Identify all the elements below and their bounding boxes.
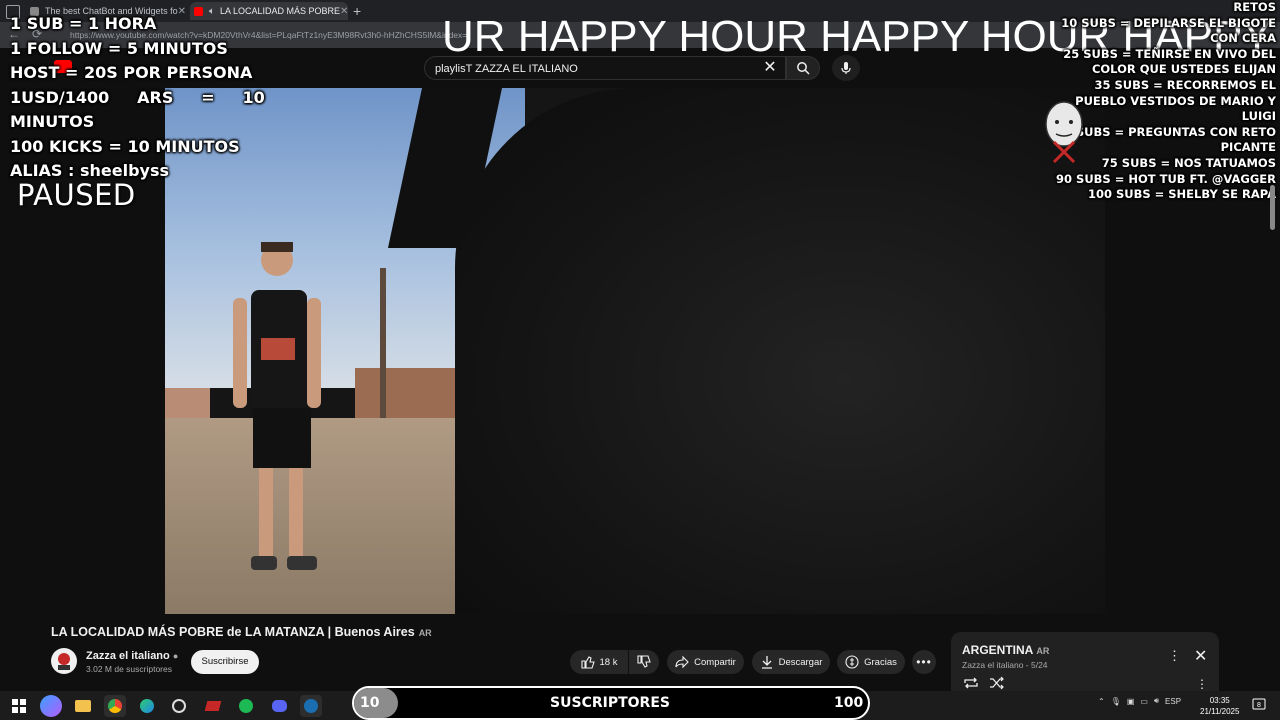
verified-icon: ● [172, 651, 179, 661]
retos-line: PICANTE [1220, 140, 1276, 155]
retos-heading: RETOS [1233, 0, 1276, 14]
loop-icon[interactable] [963, 676, 979, 690]
video-frame-foreground-body [455, 88, 1105, 614]
new-tab-icon[interactable]: + [353, 3, 361, 19]
volume-icon[interactable]: 🔊︎ [1154, 696, 1159, 706]
channel-subscriber-count: 3.02 M de suscriptores [86, 664, 172, 674]
streamer-avatar-sticker [1045, 101, 1083, 164]
taskbar-clock[interactable]: 03:35 21/11/2025 [1200, 695, 1239, 717]
notification-count: 8 [1257, 702, 1261, 709]
chevron-up-icon[interactable]: ⌃ [1098, 697, 1105, 706]
microphone-icon [841, 62, 851, 74]
overlay-line: 1USD/1400 ARS = 10 [10, 87, 265, 107]
system-tray: ⌃ 🎙︎ ▣ ▭ 🔊︎ ESP [1098, 696, 1181, 706]
obs-icon[interactable] [168, 695, 190, 717]
retos-line: 10 SUBS = DEPILARSE EL BIGOTE [1061, 15, 1276, 30]
tray-app-icon[interactable]: ▣ [1127, 697, 1135, 706]
copilot-icon[interactable] [40, 695, 62, 717]
share-button[interactable]: Compartir [667, 650, 744, 674]
retos-line: PUEBLO VESTIDOS DE MARIO Y [1075, 93, 1276, 108]
clock-time: 03:35 [1209, 696, 1230, 705]
retos-line: CON CERA [1210, 31, 1276, 46]
overlay-line: 1 FOLLOW = 5 MINUTOS [10, 38, 228, 58]
playlist-menu-icon[interactable]: ⋮ [1168, 648, 1181, 664]
subscribe-button[interactable]: Suscribirse [191, 650, 259, 674]
windows-start-icon[interactable] [8, 695, 30, 717]
playlist-meta: Zazza el italiano - 5/24 [962, 660, 1048, 670]
playlist-more-icon[interactable]: ⋮ [1196, 677, 1208, 691]
thumbs-up-icon [580, 656, 595, 669]
more-actions-button[interactable]: ••• [912, 650, 936, 674]
channel-avatar[interactable] [51, 648, 77, 674]
like-button[interactable]: 18 k [570, 650, 628, 674]
chrome-icon[interactable] [104, 695, 126, 717]
subscriber-goal-target: 100 [834, 695, 864, 711]
channel-avatar-icon [52, 649, 76, 673]
subscriber-goal-label: SUSCRIPTORES [550, 695, 670, 711]
overlay-line: 1 SUB = 1 HORA [10, 14, 157, 33]
country-badge: AR [418, 628, 432, 638]
clock-date: 21/11/2025 [1200, 707, 1240, 716]
app-icon-red[interactable] [202, 695, 224, 717]
subscriber-goal-current: 10 [360, 695, 380, 711]
retos-overlay: RETOS 10 SUBS = DEPILARSE EL BIGOTE CON … [1056, 0, 1276, 203]
retos-line: 75 SUBS = NOS TATUAMOS [1101, 155, 1276, 170]
overlay-line: HOST = 20S POR PERSONA [10, 63, 253, 82]
retos-line: 90 SUBS = HOT TUB FT. @VAGGER [1056, 171, 1276, 186]
network-icon[interactable]: ▭ [1140, 697, 1148, 706]
thanks-button[interactable]: Gracias [837, 650, 905, 674]
retos-line: COLOR QUE USTEDES ELIJAN [1091, 62, 1276, 77]
search-icon [797, 62, 810, 75]
discord-icon[interactable] [268, 695, 290, 717]
super-thanks-icon [845, 655, 859, 669]
thumbs-down-icon [637, 655, 651, 668]
overlay-line: 100 KICKS = 10 MINUTOS [10, 136, 240, 156]
video-title: LA LOCALIDAD MÁS POBRE de LA MATANZA | B… [51, 625, 432, 639]
channel-name[interactable]: Zazza el italiano ● [86, 650, 178, 662]
retos-line: 100 SUBS = SHELBY SE RAPA [1087, 187, 1276, 202]
video-player[interactable] [165, 88, 1105, 614]
playlist-title[interactable]: ARGENTINA AR [962, 643, 1049, 657]
share-icon [675, 655, 689, 669]
steam-icon[interactable] [300, 695, 322, 717]
spotify-icon[interactable] [235, 695, 257, 717]
playlist-close-icon[interactable]: ✕ [1194, 646, 1207, 666]
notifications-icon[interactable]: 8 [1252, 698, 1266, 712]
overlay-line: MINUTOS [10, 112, 95, 131]
shuffle-icon[interactable] [989, 676, 1005, 690]
more-horizontal-icon: ••• [916, 655, 932, 669]
scrollbar-thumb[interactable] [1270, 185, 1275, 230]
paused-label: PAUSED [17, 178, 136, 212]
download-button[interactable]: Descargar [752, 650, 830, 674]
playlist-badge: AR [1036, 646, 1050, 656]
retos-line: 25 SUBS = TEÑIRSE EN VIVO DEL [1063, 46, 1276, 61]
language-indicator[interactable]: ESP [1165, 697, 1181, 706]
dislike-button[interactable] [629, 650, 659, 674]
retos-line: LUIGI [1241, 109, 1276, 124]
retos-line: 35 SUBS = RECORREMOS EL [1094, 77, 1276, 92]
microphone-tray-icon[interactable]: 🎙︎ [1111, 697, 1121, 706]
edge-icon[interactable] [136, 695, 158, 717]
video-frame-person [233, 242, 321, 570]
stream-rules-overlay: 1 SUB = 1 HORA 1 FOLLOW = 5 MINUTOS HOST… [10, 12, 265, 184]
tab-close-icon[interactable]: ✕ [340, 6, 348, 17]
file-explorer-icon[interactable] [72, 695, 94, 717]
retos-line: 50 SUBS = PREGUNTAS CON RETO [1055, 124, 1276, 139]
download-icon [761, 656, 772, 669]
